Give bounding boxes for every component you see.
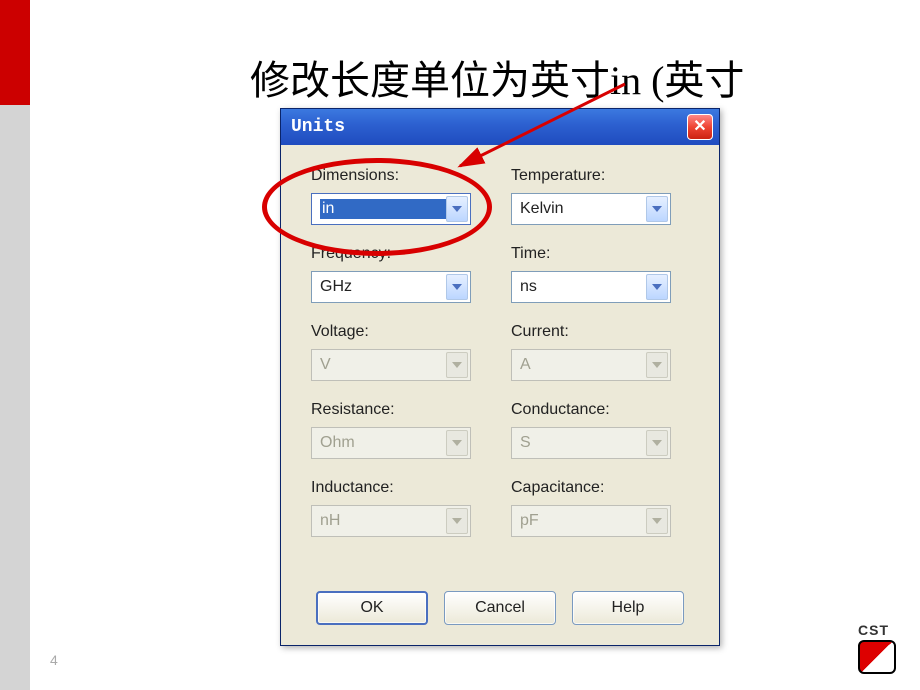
time-value: ns — [520, 278, 646, 296]
dimensions-label: Dimensions: — [311, 167, 471, 185]
dialog-title: Units — [291, 117, 345, 137]
chevron-down-icon — [446, 196, 468, 222]
dimensions-field: Dimensions: in — [311, 167, 471, 225]
time-combo[interactable]: ns — [511, 271, 671, 303]
help-button[interactable]: Help — [572, 591, 684, 625]
button-row: OK Cancel Help — [281, 567, 719, 645]
temperature-combo[interactable]: Kelvin — [511, 193, 671, 225]
chevron-down-icon — [446, 508, 468, 534]
inductance-combo: nH — [311, 505, 471, 537]
accent-corner — [0, 0, 30, 105]
logo-text: CST — [858, 622, 902, 638]
resistance-value: Ohm — [320, 434, 446, 452]
conductance-value: S — [520, 434, 646, 452]
inductance-label: Inductance: — [311, 479, 471, 497]
chevron-down-icon — [646, 196, 668, 222]
voltage-value: V — [320, 356, 446, 374]
chevron-down-icon — [646, 508, 668, 534]
chevron-down-icon — [646, 430, 668, 456]
chevron-down-icon — [446, 430, 468, 456]
inductance-field: Inductance: nH — [311, 479, 471, 537]
resistance-field: Resistance: Ohm — [311, 401, 471, 459]
close-button[interactable]: ✕ — [687, 114, 713, 140]
capacitance-value: pF — [520, 512, 646, 530]
current-label: Current: — [511, 323, 671, 341]
chevron-down-icon — [446, 274, 468, 300]
voltage-combo: V — [311, 349, 471, 381]
titlebar[interactable]: Units ✕ — [281, 109, 719, 145]
capacitance-label: Capacitance: — [511, 479, 671, 497]
frequency-value: GHz — [320, 278, 446, 296]
voltage-label: Voltage: — [311, 323, 471, 341]
time-field: Time: ns — [511, 245, 671, 303]
logo-icon — [858, 640, 896, 674]
frequency-label: Frequency: — [311, 245, 471, 263]
units-dialog: Units ✕ Dimensions: in Temperature: Kelv… — [280, 108, 720, 646]
dimensions-combo[interactable]: in — [311, 193, 471, 225]
capacitance-combo: pF — [511, 505, 671, 537]
temperature-value: Kelvin — [520, 200, 646, 218]
frequency-field: Frequency: GHz — [311, 245, 471, 303]
resistance-label: Resistance: — [311, 401, 471, 419]
voltage-field: Voltage: V — [311, 323, 471, 381]
slide-title: 修改长度单位为英寸in (英寸 — [250, 48, 744, 106]
conductance-combo: S — [511, 427, 671, 459]
page-number: 4 — [50, 652, 58, 668]
current-value: A — [520, 356, 646, 374]
conductance-field: Conductance: S — [511, 401, 671, 459]
resistance-combo: Ohm — [311, 427, 471, 459]
frequency-combo[interactable]: GHz — [311, 271, 471, 303]
chevron-down-icon — [646, 274, 668, 300]
close-icon: ✕ — [693, 118, 706, 135]
chevron-down-icon — [646, 352, 668, 378]
current-combo: A — [511, 349, 671, 381]
ok-button[interactable]: OK — [316, 591, 428, 625]
current-field: Current: A — [511, 323, 671, 381]
temperature-label: Temperature: — [511, 167, 671, 185]
time-label: Time: — [511, 245, 671, 263]
capacitance-field: Capacitance: pF — [511, 479, 671, 537]
dimensions-value: in — [320, 199, 446, 219]
chevron-down-icon — [446, 352, 468, 378]
accent-sidebar — [0, 105, 30, 690]
temperature-field: Temperature: Kelvin — [511, 167, 671, 225]
cancel-button[interactable]: Cancel — [444, 591, 556, 625]
inductance-value: nH — [320, 512, 446, 530]
dialog-body: Dimensions: in Temperature: Kelvin Frequ… — [281, 145, 719, 567]
conductance-label: Conductance: — [511, 401, 671, 419]
cst-logo: CST — [858, 622, 902, 672]
